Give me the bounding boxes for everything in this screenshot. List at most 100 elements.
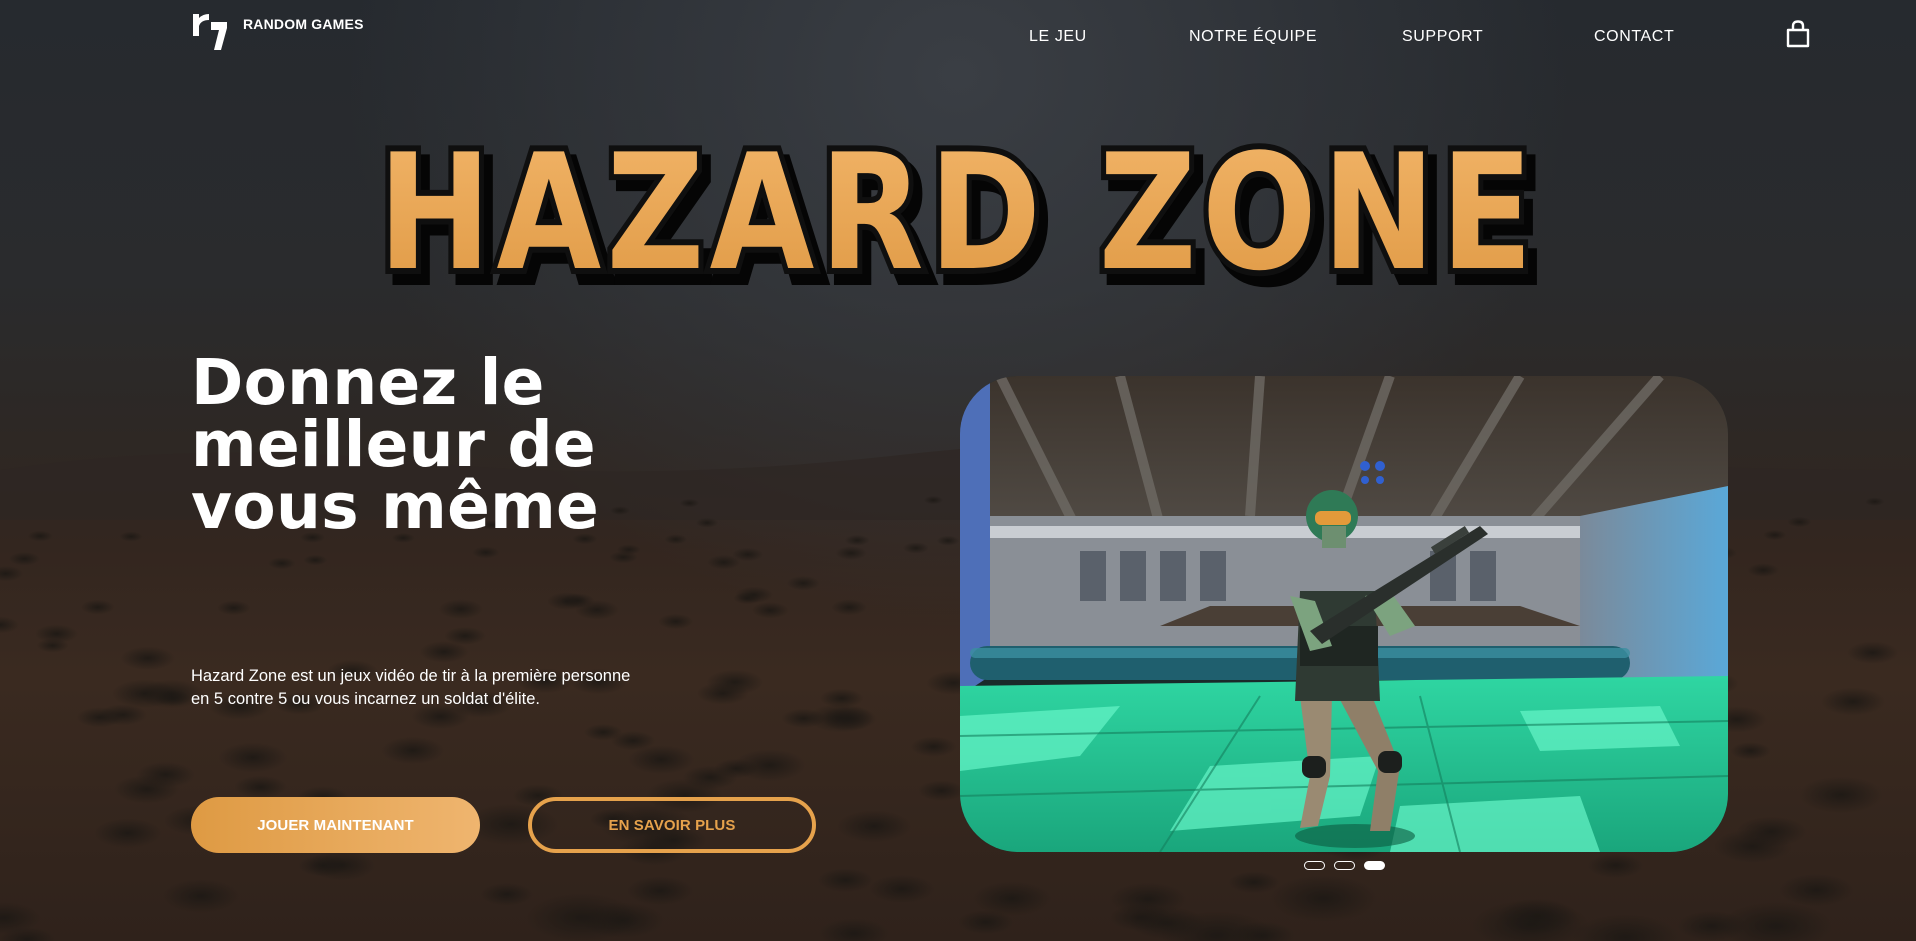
shrub (1865, 497, 1885, 506)
shrub (154, 690, 192, 707)
shrub (628, 745, 695, 775)
shrub (831, 599, 868, 616)
game-screenshot[interactable] (960, 376, 1728, 852)
shrub (1779, 873, 1854, 907)
shrub (609, 551, 638, 564)
learn-more-button[interactable]: EN SAVOIR PLUS (528, 797, 816, 853)
shrub (923, 495, 944, 505)
shrub (844, 534, 870, 546)
shrub (616, 544, 641, 555)
shrub (0, 901, 41, 935)
shrub (268, 557, 296, 570)
shrub (733, 749, 806, 782)
shrub (627, 876, 693, 906)
shrub (821, 706, 877, 731)
shrub (480, 883, 533, 906)
shrub (112, 679, 177, 708)
shrub (119, 531, 143, 542)
shrub (1677, 910, 1747, 941)
nav-support[interactable]: SUPPORT (1402, 28, 1483, 46)
nav-contact[interactable]: CONTACT (1594, 28, 1674, 46)
shrub (584, 723, 623, 741)
headline-line: vous même (191, 470, 600, 543)
shrub (1270, 875, 1377, 922)
game-title-logo: HAZARD ZONE HAZARD ZONE HAZARD ZONE (372, 120, 1547, 300)
shrub (714, 758, 759, 779)
shrub (610, 731, 656, 751)
shrub (732, 547, 764, 562)
shrub (820, 688, 864, 708)
shrub (98, 704, 148, 726)
shrub (0, 616, 20, 634)
shrub (581, 902, 664, 939)
shrub (76, 707, 123, 728)
shrub (1110, 903, 1173, 932)
headline-line: Donnez le (191, 346, 545, 419)
shrub (735, 586, 773, 603)
shrub (1472, 899, 1589, 941)
shrub (297, 854, 349, 877)
shrub (217, 600, 251, 616)
shrub (80, 599, 115, 615)
shrub (751, 602, 789, 619)
shrub (1161, 911, 1273, 941)
carousel-dot-3[interactable] (1364, 861, 1385, 870)
description-line: en 5 contre 5 ou vous incarnez un soldat… (191, 690, 540, 708)
shrub (27, 530, 53, 542)
nav-notre-equipe[interactable]: NOTRE ÉQUIPE (1189, 28, 1317, 46)
title-text: HAZARD ZONE (378, 120, 1538, 300)
shrub (869, 874, 935, 904)
shrub (8, 552, 40, 566)
shrub (234, 775, 287, 799)
shrub (444, 626, 486, 646)
shrub (307, 850, 377, 881)
shrub (1572, 914, 1679, 941)
shrub (835, 546, 867, 560)
shrub (733, 592, 762, 605)
shrub (1736, 816, 1807, 847)
play-now-button[interactable]: JOUER MAINTENANT (191, 797, 480, 853)
shrub (972, 881, 1051, 916)
shopping-bag-icon[interactable] (1785, 20, 1811, 48)
brand-logo[interactable]: RANDOM GAMES (191, 10, 364, 50)
carousel-dot-1[interactable] (1304, 861, 1325, 870)
shrub (1763, 529, 1787, 541)
shrub (902, 542, 930, 554)
rg-logo-icon (193, 14, 227, 50)
shrub (136, 761, 195, 788)
shrub (1228, 871, 1279, 894)
shrub (706, 669, 764, 695)
shrub (781, 708, 826, 729)
shrub (1109, 882, 1187, 917)
shrub (682, 765, 738, 790)
shrub (1230, 921, 1295, 941)
shrub (958, 910, 1014, 935)
shrub (438, 599, 483, 619)
shrub (35, 624, 78, 644)
shrub (381, 736, 445, 765)
shrub (1798, 776, 1883, 814)
game-scene-image (960, 376, 1728, 852)
shrub (1129, 906, 1205, 940)
shrub (1587, 853, 1645, 878)
shrub (697, 682, 749, 705)
shrub (910, 736, 957, 757)
shrub (936, 535, 960, 546)
shrub (0, 927, 56, 941)
shrub (547, 592, 588, 611)
shrub (1730, 742, 1771, 760)
carousel-dot-2[interactable] (1334, 861, 1355, 870)
shrub (658, 613, 694, 630)
nav-le-jeu[interactable]: LE JEU (1029, 28, 1087, 46)
shrub (162, 879, 240, 913)
shrub (525, 893, 638, 941)
shrub (114, 775, 180, 804)
shrub (918, 780, 965, 801)
shrub (1847, 641, 1899, 664)
shrub (472, 546, 500, 559)
shrub (218, 742, 288, 773)
shrub (1714, 829, 1792, 864)
shrub (1820, 687, 1885, 716)
shrub (837, 810, 912, 843)
shrub (807, 703, 874, 733)
